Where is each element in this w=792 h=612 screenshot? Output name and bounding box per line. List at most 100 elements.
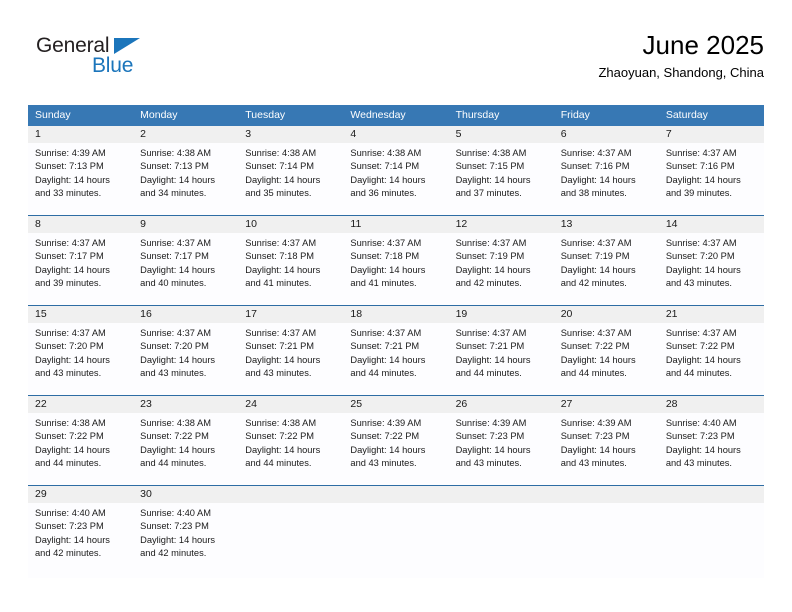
day-cell[interactable]: Sunrise: 4:37 AM Sunset: 7:20 PM Daylight:… bbox=[659, 233, 764, 305]
day-cell[interactable]: Sunrise: 4:37 AM Sunset: 7:21 PM Daylight:… bbox=[449, 323, 554, 395]
daylight-text-line2: and 42 minutes. bbox=[455, 277, 522, 288]
day-cell[interactable]: Sunrise: 4:37 AM Sunset: 7:16 PM Daylight:… bbox=[554, 143, 659, 215]
day-number[interactable]: 15 bbox=[28, 306, 133, 323]
day-number[interactable]: 19 bbox=[449, 306, 554, 323]
sunrise-text: Sunrise: 4:39 AM bbox=[350, 418, 422, 428]
day-cell[interactable]: Sunrise: 4:39 AM Sunset: 7:13 PM Daylight:… bbox=[28, 143, 133, 215]
daylight-text-line1: Daylight: 14 hours bbox=[140, 354, 216, 365]
weekday-header-wednesday: Wednesday bbox=[350, 109, 406, 121]
general-blue-logo[interactable]: General Blue bbox=[36, 34, 216, 90]
day-number-band: 8 9 10 11 12 13 14 bbox=[28, 216, 764, 233]
daylight-text-line1: Daylight: 14 hours bbox=[350, 264, 426, 275]
day-number[interactable]: 9 bbox=[133, 216, 238, 233]
sunrise-text: Sunrise: 4:40 AM bbox=[140, 508, 211, 518]
sunrise-text: Sunrise: 4:38 AM bbox=[350, 148, 422, 158]
day-number[interactable]: 25 bbox=[343, 396, 448, 413]
day-cell[interactable]: Sunrise: 4:37 AM Sunset: 7:20 PM Daylight:… bbox=[28, 323, 133, 395]
day-cell[interactable]: Sunrise: 4:37 AM Sunset: 7:18 PM Daylight:… bbox=[238, 233, 343, 305]
sunrise-text: Sunrise: 4:38 AM bbox=[35, 418, 106, 428]
day-number[interactable]: 26 bbox=[449, 396, 554, 413]
day-number[interactable]: 16 bbox=[133, 306, 238, 323]
day-cell[interactable]: Sunrise: 4:37 AM Sunset: 7:19 PM Daylight:… bbox=[449, 233, 554, 305]
day-cell[interactable]: Sunrise: 4:39 AM Sunset: 7:22 PM Daylight:… bbox=[343, 413, 448, 485]
day-number[interactable]: 22 bbox=[28, 396, 133, 413]
day-cell[interactable]: Sunrise: 4:37 AM Sunset: 7:22 PM Daylight:… bbox=[554, 323, 659, 395]
sunset-text: Sunset: 7:16 PM bbox=[560, 161, 630, 172]
day-cell[interactable]: Sunrise: 4:40 AM Sunset: 7:23 PM Daylight:… bbox=[659, 413, 764, 485]
day-number[interactable]: 17 bbox=[238, 306, 343, 323]
sunset-text: Sunset: 7:23 PM bbox=[560, 431, 630, 442]
day-number[interactable]: 18 bbox=[343, 306, 448, 323]
daylight-text-line1: Daylight: 14 hours bbox=[350, 354, 426, 365]
day-number[interactable]: 10 bbox=[238, 216, 343, 233]
day-number-empty bbox=[449, 486, 554, 503]
day-cell[interactable]: Sunrise: 4:37 AM Sunset: 7:21 PM Daylight:… bbox=[343, 323, 448, 395]
daylight-text-line2: and 44 minutes. bbox=[35, 457, 102, 468]
day-cell[interactable]: Sunrise: 4:37 AM Sunset: 7:16 PM Daylight:… bbox=[659, 143, 764, 215]
day-number[interactable]: 2 bbox=[133, 126, 238, 143]
day-cell[interactable]: Sunrise: 4:38 AM Sunset: 7:14 PM Daylight:… bbox=[343, 143, 448, 215]
sunrise-text: Sunrise: 4:38 AM bbox=[245, 148, 317, 158]
weekday-header-monday: Monday bbox=[140, 109, 178, 121]
daylight-text-line2: and 43 minutes. bbox=[35, 367, 102, 378]
day-number[interactable]: 28 bbox=[659, 396, 764, 413]
day-cell[interactable]: Sunrise: 4:38 AM Sunset: 7:22 PM Daylight:… bbox=[238, 413, 343, 485]
sunrise-text: Sunrise: 4:40 AM bbox=[35, 508, 106, 518]
day-number[interactable]: 7 bbox=[659, 126, 764, 143]
day-number[interactable]: 27 bbox=[554, 396, 659, 413]
day-number[interactable]: 1 bbox=[28, 126, 133, 143]
day-cell[interactable]: Sunrise: 4:38 AM Sunset: 7:13 PM Daylight:… bbox=[133, 143, 238, 215]
daylight-text-line1: Daylight: 14 hours bbox=[350, 444, 426, 455]
day-cell[interactable]: Sunrise: 4:39 AM Sunset: 7:23 PM Daylight:… bbox=[449, 413, 554, 485]
day-cell[interactable]: Sunrise: 4:37 AM Sunset: 7:18 PM Daylight:… bbox=[343, 233, 448, 305]
day-cell[interactable]: Sunrise: 4:38 AM Sunset: 7:14 PM Daylight:… bbox=[238, 143, 343, 215]
sunrise-text: Sunrise: 4:38 AM bbox=[245, 418, 317, 428]
sunset-text: Sunset: 7:13 PM bbox=[140, 161, 209, 172]
calendar-week-row: 8 9 10 11 12 13 14 Sunrise: 4:37 AM Sunset: 7:17… bbox=[28, 215, 764, 305]
sunrise-text: Sunrise: 4:37 AM bbox=[35, 328, 106, 338]
day-cell[interactable]: Sunrise: 4:38 AM Sunset: 7:22 PM Daylight:… bbox=[28, 413, 133, 485]
daylight-text-line2: and 43 minutes. bbox=[455, 457, 522, 468]
day-cell[interactable]: Sunrise: 4:37 AM Sunset: 7:17 PM Daylight:… bbox=[28, 233, 133, 305]
sunset-text: Sunset: 7:21 PM bbox=[350, 341, 420, 352]
day-cell[interactable]: Sunrise: 4:37 AM Sunset: 7:19 PM Daylight:… bbox=[554, 233, 659, 305]
sunrise-text: Sunrise: 4:37 AM bbox=[140, 328, 211, 338]
daylight-text-line1: Daylight: 14 hours bbox=[140, 534, 216, 545]
day-cell[interactable]: Sunrise: 4:38 AM Sunset: 7:15 PM Daylight:… bbox=[449, 143, 554, 215]
day-number[interactable]: 8 bbox=[28, 216, 133, 233]
day-detail-band: Sunrise: 4:40 AM Sunset: 7:23 PM Daylight:… bbox=[28, 503, 764, 578]
daylight-text-line1: Daylight: 14 hours bbox=[245, 264, 321, 275]
day-number[interactable]: 21 bbox=[659, 306, 764, 323]
daylight-text-line2: and 40 minutes. bbox=[140, 277, 207, 288]
sunset-text: Sunset: 7:20 PM bbox=[665, 251, 735, 262]
sunset-text: Sunset: 7:19 PM bbox=[455, 251, 525, 262]
weekday-header-friday: Friday bbox=[560, 109, 590, 121]
sunset-text: Sunset: 7:21 PM bbox=[245, 341, 315, 352]
day-cell[interactable]: Sunrise: 4:40 AM Sunset: 7:23 PM Daylight:… bbox=[133, 503, 238, 578]
day-number[interactable]: 20 bbox=[554, 306, 659, 323]
day-cell[interactable]: Sunrise: 4:37 AM Sunset: 7:22 PM Daylight:… bbox=[659, 323, 764, 395]
day-number[interactable]: 13 bbox=[554, 216, 659, 233]
day-number[interactable]: 5 bbox=[449, 126, 554, 143]
day-number[interactable]: 11 bbox=[343, 216, 448, 233]
day-number[interactable]: 29 bbox=[28, 486, 133, 503]
day-number[interactable]: 14 bbox=[659, 216, 764, 233]
day-number[interactable]: 30 bbox=[133, 486, 238, 503]
day-number[interactable]: 12 bbox=[449, 216, 554, 233]
sunset-text: Sunset: 7:23 PM bbox=[455, 431, 525, 442]
day-cell[interactable]: Sunrise: 4:38 AM Sunset: 7:22 PM Daylight:… bbox=[133, 413, 238, 485]
day-number[interactable]: 23 bbox=[133, 396, 238, 413]
daylight-text-line1: Daylight: 14 hours bbox=[140, 444, 216, 455]
daylight-text-line1: Daylight: 14 hours bbox=[140, 174, 216, 185]
day-number[interactable]: 6 bbox=[554, 126, 659, 143]
day-cell[interactable]: Sunrise: 4:37 AM Sunset: 7:17 PM Daylight:… bbox=[133, 233, 238, 305]
day-number[interactable]: 24 bbox=[238, 396, 343, 413]
daylight-text-line2: and 43 minutes. bbox=[140, 367, 207, 378]
day-cell[interactable]: Sunrise: 4:37 AM Sunset: 7:21 PM Daylight:… bbox=[238, 323, 343, 395]
sunrise-text: Sunrise: 4:37 AM bbox=[455, 328, 527, 338]
day-number[interactable]: 3 bbox=[238, 126, 343, 143]
day-number[interactable]: 4 bbox=[343, 126, 448, 143]
day-cell[interactable]: Sunrise: 4:37 AM Sunset: 7:20 PM Daylight:… bbox=[133, 323, 238, 395]
day-cell[interactable]: Sunrise: 4:40 AM Sunset: 7:23 PM Daylight:… bbox=[28, 503, 133, 578]
day-cell[interactable]: Sunrise: 4:39 AM Sunset: 7:23 PM Daylight:… bbox=[554, 413, 659, 485]
